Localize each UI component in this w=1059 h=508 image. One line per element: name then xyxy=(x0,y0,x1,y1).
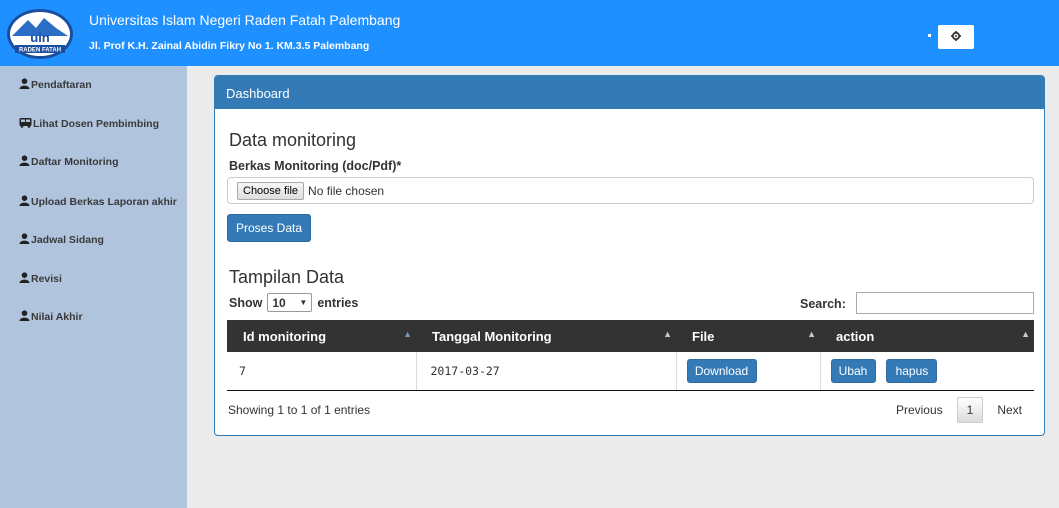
search-input[interactable] xyxy=(856,292,1034,314)
university-logo: uin RADEN FATAH xyxy=(6,8,74,60)
table-row: 7 2017-03-27 Download Ubah hapus xyxy=(227,352,1034,391)
file-status: No file chosen xyxy=(308,183,385,198)
sort-icon: ▲ xyxy=(807,329,816,339)
column-header-action[interactable]: action ▲ xyxy=(820,320,1034,352)
sidebar-item-label: Revisi xyxy=(31,273,62,285)
form-heading: Data monitoring xyxy=(229,130,357,150)
sidebar-item-label: Pendaftaran xyxy=(31,79,92,91)
sidebar-item-label: Lihat Dosen Pembimbing xyxy=(33,118,160,130)
svg-text:RADEN FATAH: RADEN FATAH xyxy=(19,48,61,54)
monitoring-table: Id monitoring ▲ Tanggal Monitoring ▲ Fil… xyxy=(227,320,1034,391)
sidebar-item-label: Upload Berkas Laporan akhir xyxy=(31,196,177,208)
edit-button[interactable]: Ubah xyxy=(830,358,876,383)
header-dot xyxy=(928,34,931,37)
column-header-file[interactable]: File ▲ xyxy=(676,320,820,352)
sidebar-item-daftar-monitoring[interactable]: Daftar Monitoring xyxy=(19,155,119,169)
cell-id: 7 xyxy=(227,352,417,391)
user-icon xyxy=(19,155,31,169)
show-label: Show xyxy=(229,295,263,310)
sort-icon: ▲ xyxy=(663,329,672,339)
page-length-value: 10 xyxy=(272,295,286,310)
svg-text:uin: uin xyxy=(30,30,50,45)
gear-icon xyxy=(951,28,961,46)
cell-action: Ubah hapus xyxy=(820,352,1034,391)
sidebar-item-label: Daftar Monitoring xyxy=(31,156,119,168)
next-page-button[interactable]: Next xyxy=(987,397,1032,423)
page-1-button[interactable]: 1 xyxy=(956,397,984,423)
chevron-down-icon: ▼ xyxy=(299,298,308,307)
delete-button[interactable]: hapus xyxy=(886,358,938,383)
sidebar-item-upload-berkas[interactable]: Upload Berkas Laporan akhir xyxy=(19,195,177,209)
proses-data-button[interactable]: Proses Data xyxy=(227,214,311,242)
cell-date: 2017-03-27 xyxy=(416,352,677,391)
data-heading: Tampilan Data xyxy=(229,267,345,287)
bus-icon xyxy=(19,117,33,131)
file-field-label: Berkas Monitoring (doc/Pdf)* xyxy=(229,159,402,173)
choose-file-button[interactable]: Choose file xyxy=(237,181,305,200)
page-length-select[interactable]: 10 ▼ xyxy=(267,293,313,312)
column-header-id[interactable]: Id monitoring ▲ xyxy=(227,320,416,352)
download-button[interactable]: Download xyxy=(686,358,757,383)
dashboard-panel: Dashboard Data monitoring Berkas Monitor… xyxy=(214,75,1045,436)
user-icon xyxy=(19,195,31,209)
cell-file: Download xyxy=(676,352,821,391)
sidebar: Pendaftaran Lihat Dosen Pembimbing Dafta… xyxy=(0,66,187,508)
sidebar-item-label: Nilai Akhir xyxy=(31,311,83,323)
sidebar-item-pendaftaran[interactable]: Pendaftaran xyxy=(19,78,92,92)
user-icon xyxy=(19,78,31,92)
sidebar-item-label: Jadwal Sidang xyxy=(31,234,104,246)
sidebar-item-revisi[interactable]: Revisi xyxy=(19,272,62,286)
sidebar-item-lihat-dosen[interactable]: Lihat Dosen Pembimbing xyxy=(19,117,159,131)
sidebar-item-jadwal-sidang[interactable]: Jadwal Sidang xyxy=(19,233,104,247)
sort-icon: ▲ xyxy=(1021,329,1030,339)
previous-page-button[interactable]: Previous xyxy=(886,397,953,423)
pagination: Previous 1 Next xyxy=(886,397,1032,423)
site-address: Jl. Prof K.H. Zainal Abidin Fikry No 1. … xyxy=(89,40,370,52)
user-icon xyxy=(19,272,31,286)
settings-button[interactable] xyxy=(938,25,974,49)
table-info: Showing 1 to 1 of 1 entries xyxy=(228,403,371,417)
file-input[interactable]: Choose file No file chosen xyxy=(227,177,1034,204)
user-icon xyxy=(19,233,31,247)
entries-label: entries xyxy=(317,295,359,310)
search-label: Search: xyxy=(800,297,846,311)
panel-title: Dashboard xyxy=(215,76,1044,109)
site-title: Universitas Islam Negeri Raden Fatah Pal… xyxy=(89,12,401,28)
sort-asc-icon: ▲ xyxy=(403,329,412,339)
column-header-tanggal[interactable]: Tanggal Monitoring ▲ xyxy=(416,320,676,352)
top-header: uin RADEN FATAH Universitas Islam Negeri… xyxy=(0,0,1059,66)
page-length-control: Show 10 ▼ entries xyxy=(229,293,358,312)
user-icon xyxy=(19,310,31,324)
sidebar-item-nilai-akhir[interactable]: Nilai Akhir xyxy=(19,310,83,324)
